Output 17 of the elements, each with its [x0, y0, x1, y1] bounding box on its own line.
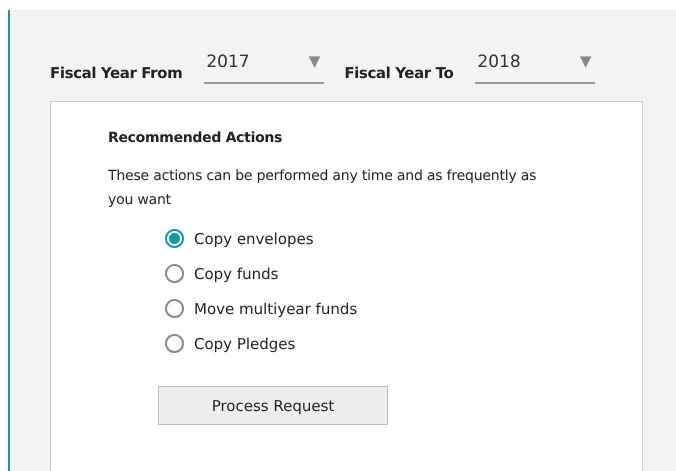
radio-button[interactable] [165, 299, 184, 318]
option-label: Copy funds [194, 264, 278, 282]
option-label: Copy Pledges [194, 334, 296, 352]
year-dropdown[interactable]: 2018 ▼ [475, 52, 596, 84]
radio-button[interactable] [165, 334, 184, 353]
dropdown-arrow-icon: ▼ [580, 52, 592, 70]
dropdown-arrow-icon: ▼ [308, 52, 320, 70]
field-label: Fiscal Year From [50, 64, 182, 84]
card-description: These actions can be performed any time and as frequently as you want [108, 167, 538, 210]
radio-button[interactable] [165, 264, 184, 283]
process-request-button[interactable]: Process Request [158, 386, 388, 425]
option-label: Move multiyear funds [194, 300, 358, 318]
radio-button[interactable] [165, 229, 184, 248]
option-label: Copy envelopes [194, 230, 314, 248]
card-title: Recommended Actions [108, 130, 284, 146]
field-label: Fiscal Year To [344, 64, 454, 84]
year-dropdown[interactable]: 2017 ▼ [204, 52, 324, 84]
